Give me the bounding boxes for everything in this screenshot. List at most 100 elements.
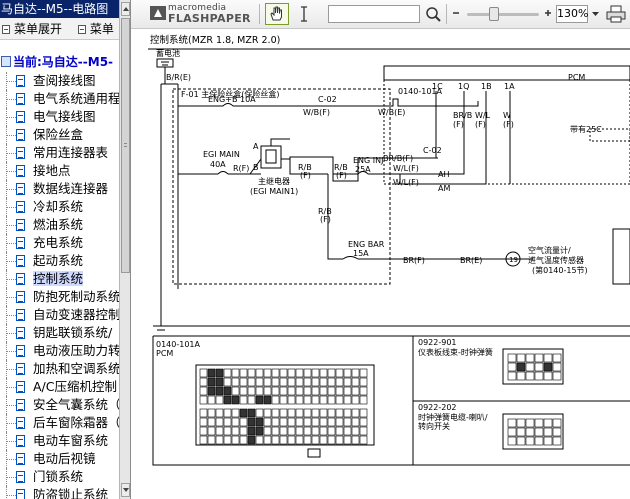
- print-icon[interactable]: [605, 4, 627, 24]
- tree-item[interactable]: 电动车窗系统: [0, 432, 119, 450]
- wire-label: W/B(F): [303, 108, 330, 117]
- tree-item[interactable]: 接地点: [0, 162, 119, 180]
- tree-item[interactable]: 钥匙联锁系统/: [0, 324, 119, 342]
- connector-pin: [295, 435, 304, 445]
- tree-item[interactable]: 起动系统: [0, 252, 119, 270]
- connector-pin: [343, 417, 352, 427]
- zoom-in-icon[interactable]: [543, 8, 553, 18]
- c02-label: C-02: [318, 95, 337, 104]
- tree-item[interactable]: 电气接线图: [0, 108, 119, 126]
- scroll-thumb[interactable]: [121, 18, 130, 273]
- connector-pin: [327, 386, 336, 396]
- tree-item[interactable]: 燃油系统: [0, 216, 119, 234]
- connector-pin: [335, 435, 344, 445]
- scroll-up-arrow[interactable]: [121, 2, 130, 16]
- wiring-diagram: 控制系统(MZR 1.8, MZR 2.0) 蓄电池 B/R(E) F-01 主…: [148, 34, 630, 466]
- tree-item[interactable]: 安全气囊系统（: [0, 396, 119, 414]
- connector-pin: [534, 371, 544, 381]
- zoom-slider-track[interactable]: [467, 13, 539, 16]
- tree-item[interactable]: 电气系统通用程: [0, 90, 119, 108]
- tree-item[interactable]: A/C压缩机控制: [0, 378, 119, 396]
- expand-menu-button[interactable]: 菜单展开: [2, 18, 62, 39]
- connector-pin: [247, 426, 256, 436]
- zoom-level-field[interactable]: 130%: [556, 5, 588, 23]
- tree-item[interactable]: 加热和空调系统: [0, 360, 119, 378]
- zoom-out-icon[interactable]: [451, 8, 461, 18]
- connector-pin: [343, 368, 352, 378]
- tree-item[interactable]: 防盗锁止系统: [0, 486, 119, 499]
- tree-root[interactable]: 当前:马自达--M5-: [0, 52, 119, 72]
- connector-pin: [295, 368, 304, 378]
- connector-pin: [359, 426, 368, 436]
- connector-pin: [215, 377, 224, 387]
- collapse-menu-button[interactable]: 菜单: [77, 18, 114, 39]
- document-icon: [16, 309, 25, 321]
- connector-pin: [287, 395, 296, 405]
- connector-pin: [552, 418, 562, 428]
- airflow-circle-label: 19: [509, 256, 518, 264]
- connector-pin: [359, 377, 368, 387]
- connector-pin: [327, 426, 336, 436]
- text-select-icon[interactable]: [297, 4, 311, 24]
- connector-pin: [295, 417, 304, 427]
- connector-pin: [319, 435, 328, 445]
- tree-item[interactable]: 充电系统: [0, 234, 119, 252]
- connector-pin: [311, 386, 320, 396]
- tree-item[interactable]: 控制系统: [0, 270, 119, 288]
- pcm-header-box: [383, 65, 630, 81]
- connector-pin: [343, 426, 352, 436]
- document-icon: [16, 399, 25, 411]
- connector-pin: [215, 426, 224, 436]
- tree-item[interactable]: 电动后视镜: [0, 450, 119, 468]
- connector-pin: [335, 368, 344, 378]
- connector-pin: [231, 386, 240, 396]
- connector-pin: [343, 408, 352, 418]
- connector-pin: [319, 377, 328, 387]
- connector-pin: [247, 408, 256, 418]
- tree-item[interactable]: 保险丝盒: [0, 126, 119, 144]
- connector-pin: [247, 395, 256, 405]
- tree-root-label: 当前:马自达--M5-: [13, 55, 114, 69]
- connector-pin: [255, 386, 264, 396]
- airflow-sensor-label3: (第0140-15节): [532, 265, 588, 275]
- document-icon: [16, 471, 25, 483]
- tree-item[interactable]: 常用连接器表: [0, 144, 119, 162]
- tree-item[interactable]: 电动液压助力转: [0, 342, 119, 360]
- tree-item[interactable]: 查阅接线图: [0, 72, 119, 90]
- tree-item-label: 后车窗除霜器（: [33, 415, 119, 430]
- tree-item[interactable]: 自动变速器控制: [0, 306, 119, 324]
- connector-pin: [303, 377, 312, 387]
- hand-tool-button[interactable]: [265, 3, 289, 25]
- viewer-toolbar: macromedia FLASHPAPER 130%: [131, 0, 630, 29]
- search-icon[interactable]: [424, 4, 442, 24]
- tree-item[interactable]: 防抱死制动系统: [0, 288, 119, 306]
- connector-pin: [327, 417, 336, 427]
- connector-pin: [239, 386, 248, 396]
- scroll-down-arrow[interactable]: [121, 483, 130, 497]
- connector-pin: [525, 353, 535, 363]
- tree-item-label: 保险丝盒: [33, 127, 84, 142]
- connector-pin: [327, 435, 336, 445]
- tree-item[interactable]: 后车窗除霜器（: [0, 414, 119, 432]
- connector-pin: [552, 362, 562, 372]
- wire-label: R(F): [233, 164, 249, 173]
- brand-line2: FLASHPAPER: [168, 12, 251, 25]
- pin-color-label: W/L: [475, 111, 491, 120]
- connector-pin: [287, 435, 296, 445]
- zoom-slider-thumb[interactable]: [489, 7, 499, 21]
- connector-pin: [319, 426, 328, 436]
- right-block-label: 带有25C: [570, 124, 602, 134]
- connector-pin: [287, 386, 296, 396]
- bottom-right-sub2: 时钟弹簧电缆-喇叭/: [418, 412, 488, 422]
- tree-scrollbar[interactable]: [119, 0, 131, 499]
- find-input[interactable]: [328, 5, 420, 23]
- tree-item[interactable]: 门锁系统: [0, 468, 119, 486]
- tree-item[interactable]: 数据线连接器: [0, 180, 119, 198]
- connector-pin: [247, 417, 256, 427]
- wire-label: BR(E): [460, 256, 482, 265]
- connector-pin: [199, 368, 208, 378]
- egi-main-amp: 40A: [210, 160, 226, 169]
- connector-pin: [231, 395, 240, 405]
- zoom-dropdown-icon[interactable]: [590, 5, 601, 23]
- tree-item[interactable]: 冷却系统: [0, 198, 119, 216]
